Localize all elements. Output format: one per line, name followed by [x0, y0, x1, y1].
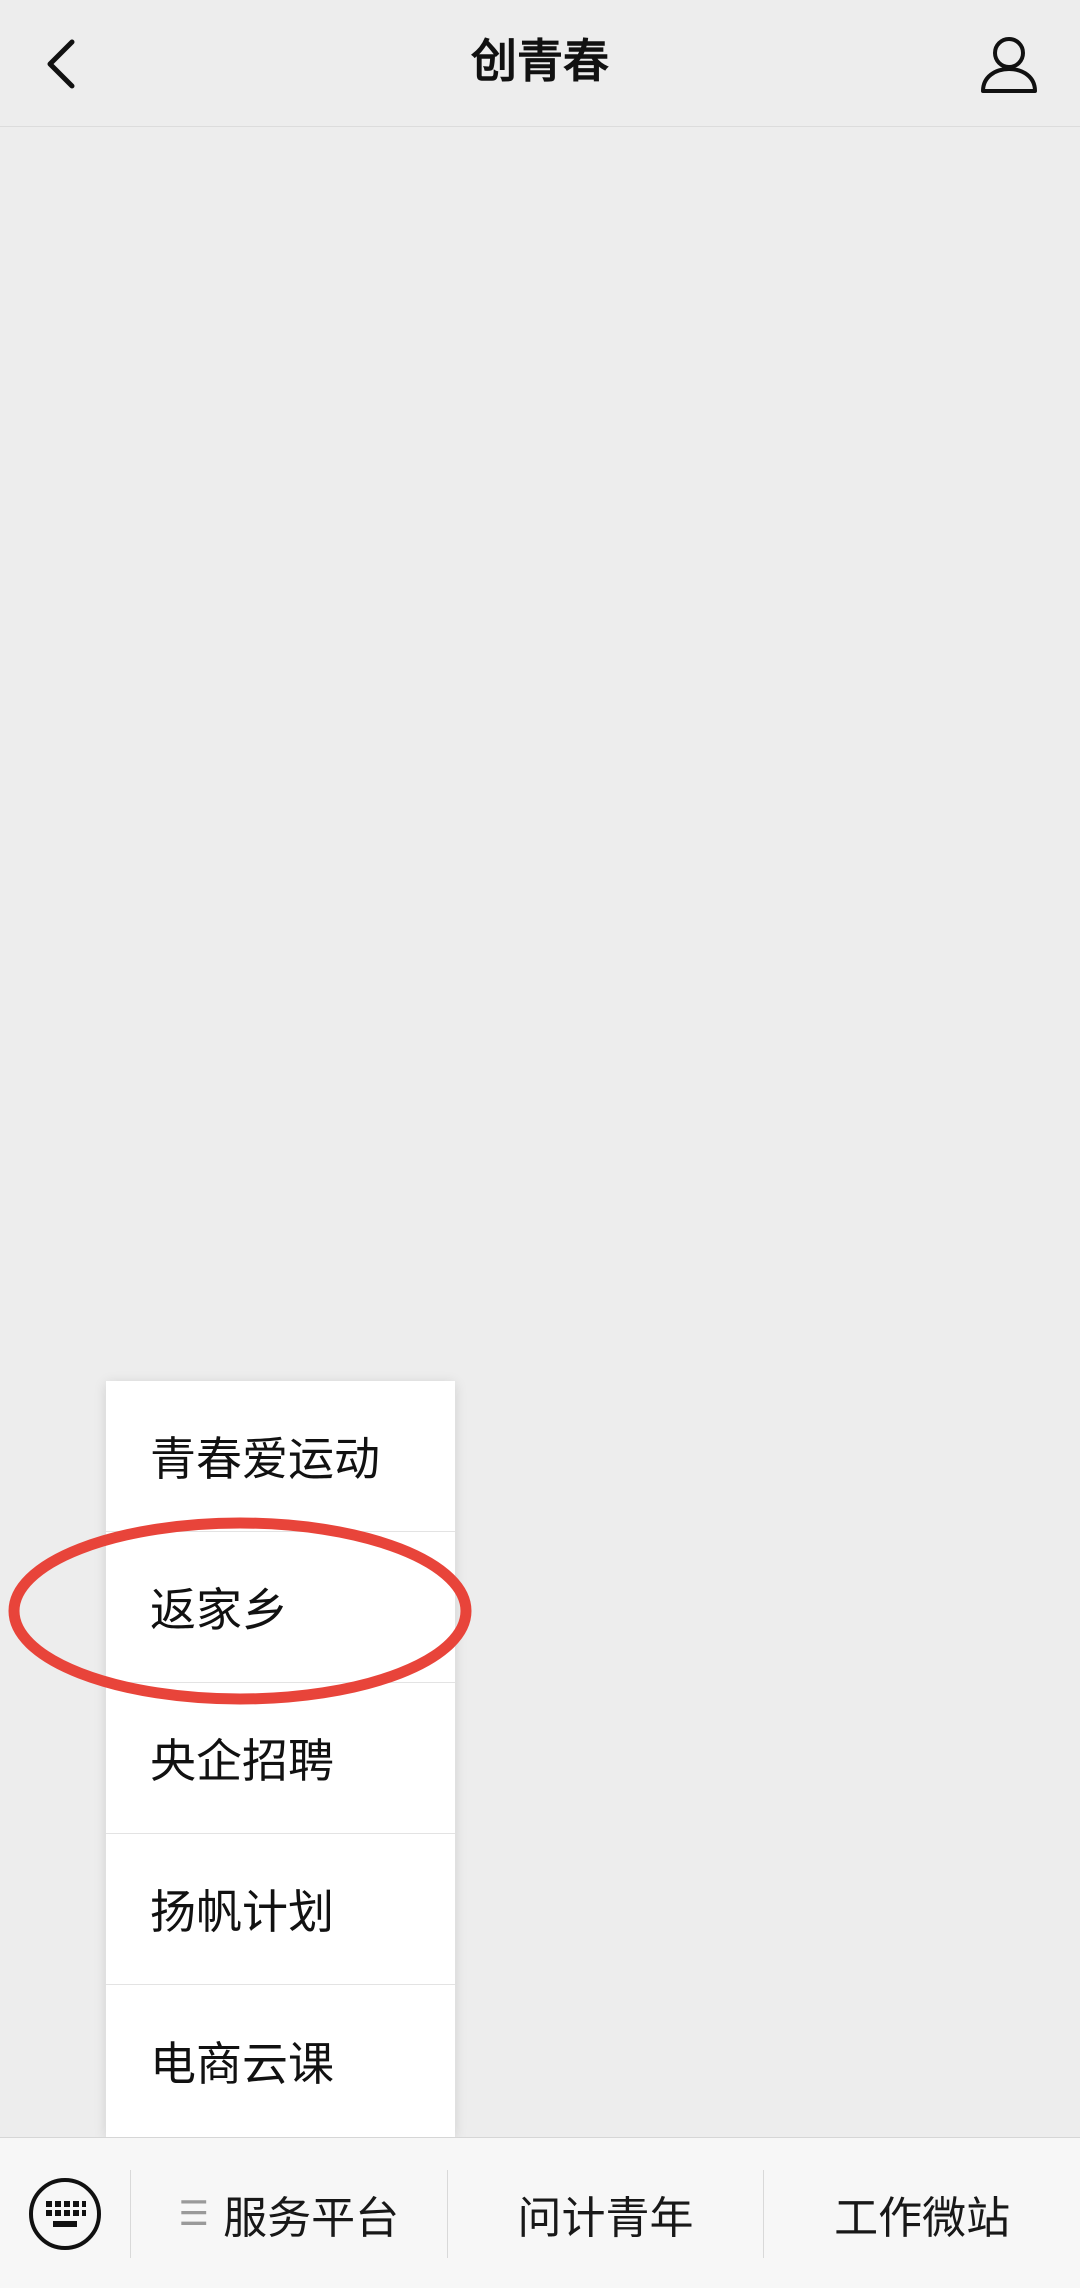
bottom-menu-bar: ☰ 服务平台 问计青年 工作微站 — [0, 2137, 1080, 2288]
tab-work-microsite[interactable]: 工作微站 — [764, 2138, 1080, 2288]
menu-item-youth-sports[interactable]: 青春爱运动 — [106, 1381, 455, 1532]
tab-label: 问计青年 — [517, 2192, 694, 2244]
screen: 创青春 青春爱运动 返家乡 央企招聘 扬帆计划 电商云课 ☰ 服务平台 问计青年… — [0, 0, 1080, 2288]
keyboard-toggle-button[interactable] — [0, 2138, 130, 2288]
menu-item-label: 央企招聘 — [150, 1734, 334, 1788]
menu-item-label: 扬帆计划 — [150, 1885, 334, 1939]
menu-item-sail-plan[interactable]: 扬帆计划 — [106, 1834, 455, 1985]
tab-ask-youth[interactable]: 问计青年 — [448, 2138, 764, 2288]
menu-item-soe-recruitment[interactable]: 央企招聘 — [106, 1683, 455, 1834]
page-title: 创青春 — [471, 34, 609, 88]
keyboard-icon — [29, 2177, 101, 2250]
menu-lines-icon: ☰ — [178, 2193, 210, 2234]
menu-item-label: 青春爱运动 — [150, 1432, 380, 1486]
tab-label: 工作微站 — [834, 2192, 1011, 2244]
tab-label: 服务平台 — [223, 2192, 400, 2244]
menu-item-return-hometown[interactable]: 返家乡 — [106, 1532, 455, 1683]
menu-item-label: 电商云课 — [150, 2037, 334, 2091]
nav-header: 创青春 — [0, 0, 1080, 127]
menu-item-ecommerce-course[interactable]: 电商云课 — [106, 1985, 455, 2137]
profile-button[interactable] — [968, 24, 1050, 106]
user-icon — [981, 37, 1037, 93]
tab-service-platform[interactable]: ☰ 服务平台 — [131, 2138, 447, 2288]
service-popup-menu: 青春爱运动 返家乡 央企招聘 扬帆计划 电商云课 — [106, 1381, 455, 2137]
menu-item-label: 返家乡 — [150, 1583, 288, 1637]
